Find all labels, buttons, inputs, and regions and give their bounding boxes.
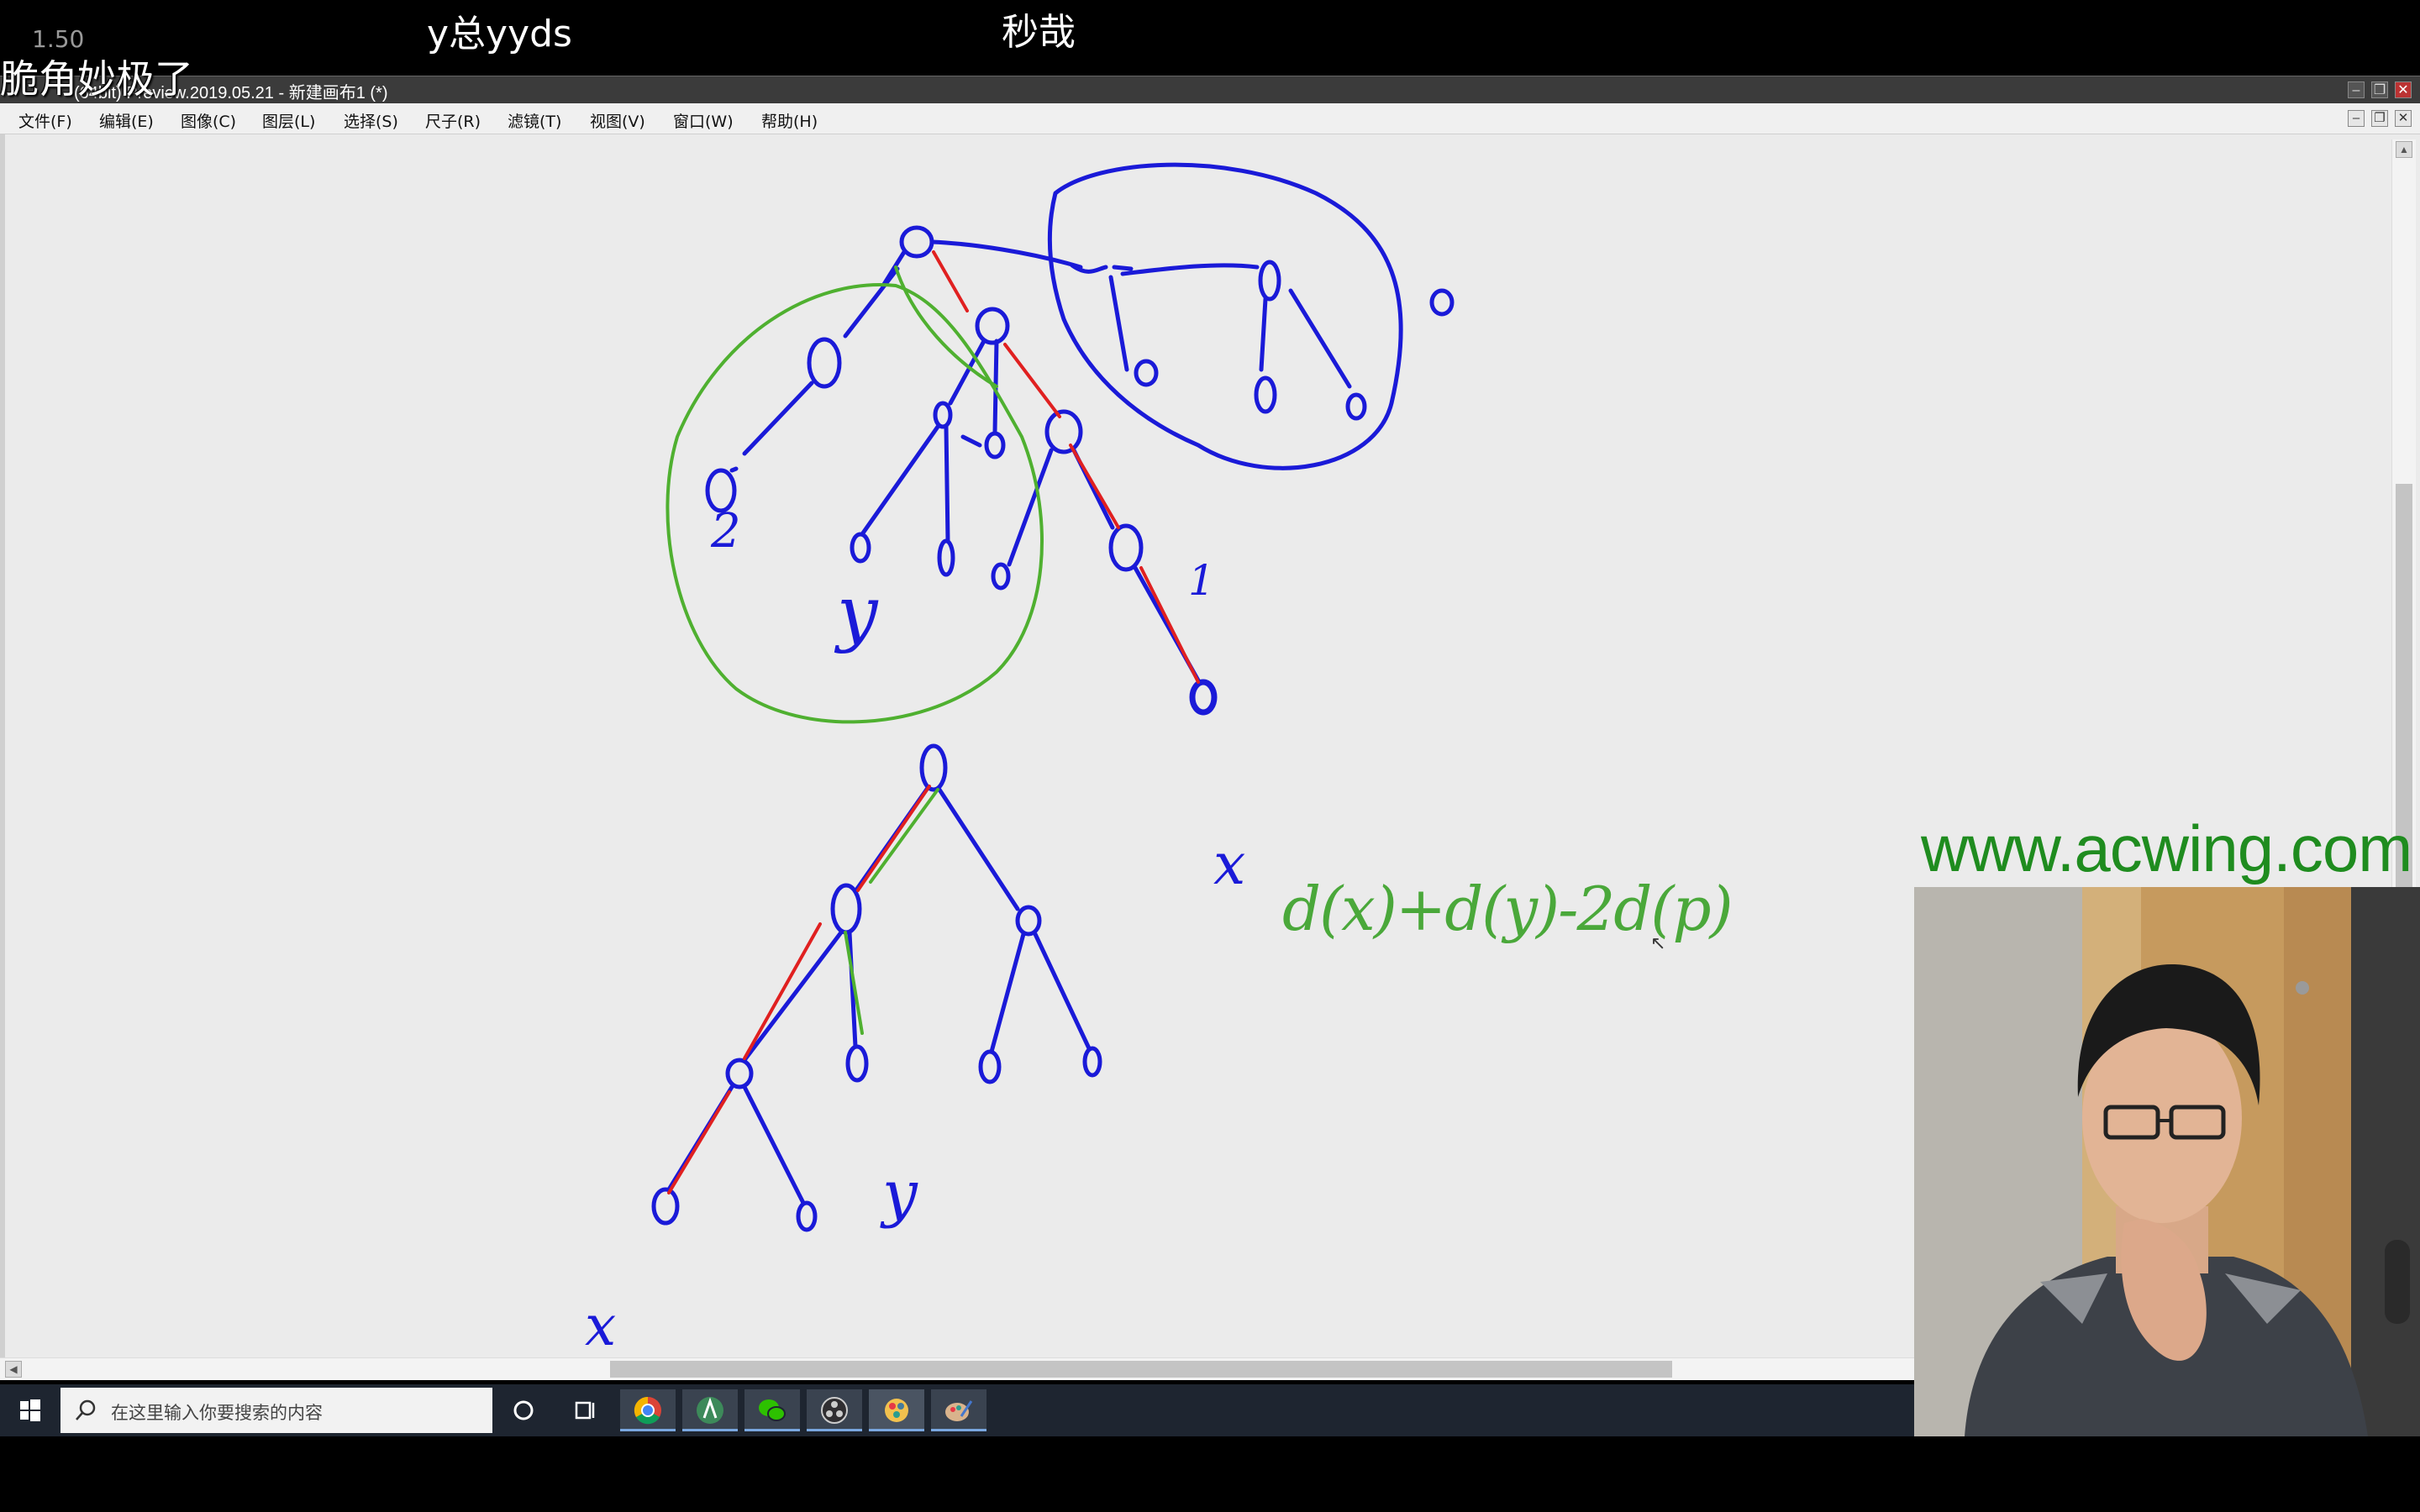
tree-node <box>830 883 862 935</box>
tree-node <box>933 401 953 429</box>
label-y-bottom: y <box>882 1158 918 1230</box>
tree-node <box>651 1187 680 1226</box>
danmaku-comment-1: y总yyds <box>427 13 572 55</box>
tree-node <box>1254 375 1277 414</box>
tree-node <box>807 337 842 389</box>
menu-file[interactable]: 文件(F) <box>18 109 72 132</box>
doc-restore-icon[interactable]: ❐ <box>2371 110 2388 127</box>
scroll-up-icon[interactable]: ▲ <box>2396 141 2412 158</box>
tree-node <box>725 1058 754 1089</box>
webcam-feed <box>1914 887 2420 1436</box>
top-tree <box>705 162 1455 716</box>
menu-filter[interactable]: 滤镜(T) <box>508 109 561 132</box>
mouse-cursor-icon: ↖ <box>1650 932 1666 953</box>
horizontal-scroll-thumb[interactable] <box>610 1361 1672 1378</box>
doc-close-icon[interactable]: ✕ <box>2395 110 2412 127</box>
tree-node <box>1429 288 1455 317</box>
label-1: 1 <box>1188 556 1215 605</box>
cortana-icon[interactable] <box>496 1389 551 1431</box>
android-studio-icon[interactable] <box>682 1389 738 1431</box>
chrome-icon[interactable] <box>620 1389 676 1431</box>
menubar: 文件(F) 编辑(E) 图像(C) 图层(L) 选择(S) 尺子(R) 滤镜(T… <box>0 103 2420 134</box>
search-icon <box>76 1399 96 1420</box>
tree-node <box>1015 905 1042 937</box>
tree-node <box>1082 1046 1102 1078</box>
label-2: 2 <box>711 504 741 559</box>
tree-node <box>845 1044 869 1083</box>
danmaku-comment-3: 脆角妙极了 <box>0 56 193 102</box>
tree-node <box>1044 409 1083 454</box>
paint-tool-icon[interactable] <box>931 1389 986 1431</box>
menu-help[interactable]: 帮助(H) <box>761 109 818 132</box>
tree-node <box>919 743 948 792</box>
tree-node <box>796 1200 818 1232</box>
menu-view[interactable]: 视图(V) <box>590 109 645 132</box>
window-titlebar[interactable]: (64bit) Preview.2019.05.21 - 新建画布1 (*) –… <box>0 76 2420 103</box>
horizontal-scrollbar[interactable]: ◀ <box>0 1357 1914 1380</box>
menu-ruler[interactable]: 尺子(R) <box>425 109 481 132</box>
tree-node <box>975 307 1010 345</box>
paint-app-icon[interactable] <box>869 1389 924 1431</box>
tree-node <box>1189 679 1218 716</box>
windows-taskbar: 在这里输入你要搜索的内容 <box>0 1384 1914 1436</box>
wechat-icon[interactable] <box>744 1389 800 1431</box>
label-x-bottom: x <box>585 1294 617 1358</box>
windows-start-icon[interactable] <box>0 1384 59 1436</box>
restore-icon[interactable]: ❐ <box>2371 81 2388 98</box>
tree-node <box>1258 260 1281 302</box>
menu-layer[interactable]: 图层(L) <box>262 109 315 132</box>
taskbar-search-box[interactable]: 在这里输入你要搜索的内容 <box>60 1388 492 1433</box>
tree-node <box>1345 392 1367 421</box>
menu-edit[interactable]: 编辑(E) <box>99 109 154 132</box>
danmaku-comment-2: 秒哉 <box>1002 11 1076 54</box>
search-placeholder: 在这里输入你要搜索的内容 <box>111 1403 323 1423</box>
scroll-left-icon[interactable]: ◀ <box>5 1361 22 1378</box>
red-path <box>932 250 1200 684</box>
tree-node <box>991 562 1011 591</box>
tree-node <box>937 538 955 577</box>
menu-window[interactable]: 窗口(W) <box>673 109 734 132</box>
minimize-icon[interactable]: – <box>2348 81 2365 98</box>
close-icon[interactable]: ✕ <box>2395 81 2412 98</box>
acwing-watermark: www.acwing.com <box>1921 811 2412 885</box>
label-y-top: y <box>837 571 878 655</box>
bottom-tree <box>651 743 1102 1232</box>
menu-image[interactable]: 图像(C) <box>181 109 236 132</box>
tree-node <box>850 532 871 564</box>
tree-node <box>1134 359 1159 387</box>
tree-node <box>1108 523 1144 572</box>
obs-icon[interactable] <box>807 1389 862 1431</box>
task-view-icon[interactable] <box>556 1389 612 1431</box>
tree-node <box>984 431 1006 459</box>
doc-minimize-icon[interactable]: – <box>2348 110 2365 127</box>
label-x-top: x <box>1213 832 1246 898</box>
tree-node <box>978 1049 1002 1084</box>
menu-select[interactable]: 选择(S) <box>344 109 398 132</box>
